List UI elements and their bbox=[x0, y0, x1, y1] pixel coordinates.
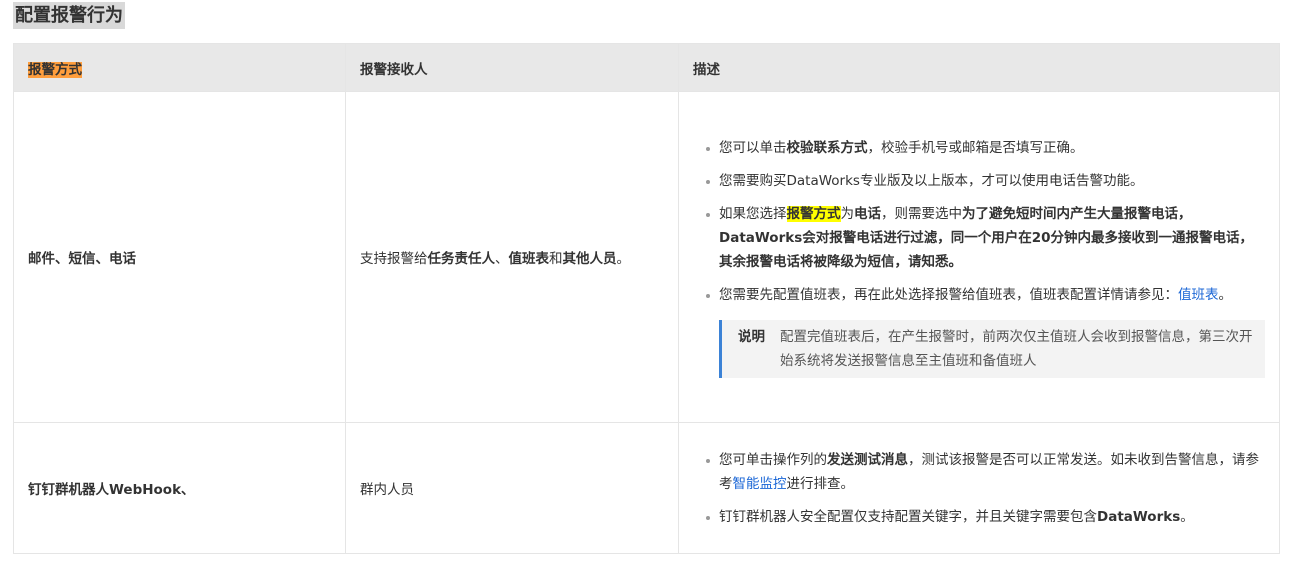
text: 支持报警给 bbox=[360, 251, 428, 267]
list-item: 您需要购买DataWorks专业版及以上版本，才可以使用电话告警功能。 bbox=[693, 169, 1265, 193]
intelligent-monitoring-link[interactable]: 智能监控 bbox=[733, 476, 787, 492]
note-text: 配置完值班表后，在产生报警时，前两次仅主值班人会收到报警信息，第三次开始系统将发… bbox=[780, 329, 1253, 369]
text: 钉钉群机器人安全配置仅支持配置关键字，并且关键字需要包含 bbox=[719, 508, 1097, 525]
text: 您可以单击 bbox=[719, 140, 787, 156]
list-item: 如果您选择报警方式为电话，则需要选中为了避免短时间内产生大量报警电话，DataW… bbox=[693, 202, 1265, 274]
text: 您需要先配置值班表，再在此处选择报警给值班表，值班表配置详情请参见： bbox=[719, 287, 1178, 303]
text: ，则需要选中 bbox=[881, 206, 962, 222]
list-item: 您需要先配置值班表，再在此处选择报警给值班表，值班表配置详情请参见：值班表。 bbox=[693, 283, 1265, 307]
cell-receiver: 支持报警给任务责任人、值班表和其他人员。 bbox=[345, 91, 679, 423]
bold-text: 任务责任人 bbox=[427, 251, 496, 267]
text: 进行排查。 bbox=[786, 475, 855, 492]
highlight-text: 报警方式 bbox=[786, 206, 841, 222]
text: 和 bbox=[549, 251, 563, 267]
cell-description: 您可单击操作列的发送测试消息，测试该报警是否可以正常发送。如未收到告警信息，请参… bbox=[678, 422, 1280, 554]
description-list: 您可单击操作列的发送测试消息，测试该报警是否可以正常发送。如未收到告警信息，请参… bbox=[693, 448, 1265, 529]
list-item: 您可单击操作列的发送测试消息，测试该报警是否可以正常发送。如未收到告警信息，请参… bbox=[693, 448, 1265, 496]
cell-description: 您可以单击校验联系方式，校验手机号或邮箱是否填写正确。 您需要购买DataWor… bbox=[678, 91, 1280, 423]
text: ，校验手机号或邮箱是否填写正确。 bbox=[867, 140, 1084, 156]
table-row: 邮件、短信、电话 支持报警给任务责任人、值班表和其他人员。 您可以单击校验联系方… bbox=[13, 91, 1280, 423]
header-alert-method: 报警方式 bbox=[13, 43, 346, 92]
alert-behavior-table: 报警方式 报警接收人 描述 邮件、短信、电话 支持报警给任务责任人、值班表和其他… bbox=[13, 43, 1280, 554]
list-item: 钉钉群机器人安全配置仅支持配置关键字，并且关键字需要包含DataWorks。 bbox=[693, 505, 1265, 529]
description-list: 您可以单击校验联系方式，校验手机号或邮箱是否填写正确。 您需要购买DataWor… bbox=[693, 136, 1265, 307]
note-box: 说明 配置完值班表后，在产生报警时，前两次仅主值班人会收到报警信息，第三次开始系… bbox=[719, 320, 1265, 378]
text: 您可单击操作列的 bbox=[719, 451, 827, 468]
text: 。 bbox=[616, 251, 631, 267]
duty-roster-link[interactable]: 值班表 bbox=[1178, 287, 1219, 303]
table-row: 钉钉群机器人WebHook、 群内人员 您可单击操作列的发送测试消息，测试该报警… bbox=[13, 422, 1280, 554]
text: 。 bbox=[1180, 508, 1194, 525]
header-alert-receiver: 报警接收人 bbox=[345, 43, 679, 92]
text: 如果您选择 bbox=[719, 206, 787, 222]
bold-text: DataWorks bbox=[1097, 508, 1181, 525]
bold-text: 电话 bbox=[854, 206, 881, 222]
text: 。 bbox=[1218, 287, 1233, 303]
table-header-row: 报警方式 报警接收人 描述 bbox=[13, 43, 1280, 92]
text: 为 bbox=[840, 206, 855, 222]
bold-text: 值班表 bbox=[508, 251, 550, 267]
bold-text: 发送测试消息 bbox=[827, 451, 908, 468]
page-title: 配置报警行为 bbox=[13, 2, 125, 29]
note-title: 说明 bbox=[738, 329, 765, 345]
text: 、 bbox=[495, 251, 509, 267]
cell-method: 邮件、短信、电话 bbox=[13, 91, 346, 423]
header-description: 描述 bbox=[678, 43, 1280, 92]
bold-text: 校验联系方式 bbox=[786, 140, 868, 156]
cell-method: 钉钉群机器人WebHook、 bbox=[13, 422, 346, 554]
bold-text: 其他人员 bbox=[562, 251, 617, 267]
cell-receiver: 群内人员 bbox=[345, 422, 679, 554]
header-alert-method-label: 报警方式 bbox=[28, 61, 82, 78]
list-item: 您可以单击校验联系方式，校验手机号或邮箱是否填写正确。 bbox=[693, 136, 1265, 160]
